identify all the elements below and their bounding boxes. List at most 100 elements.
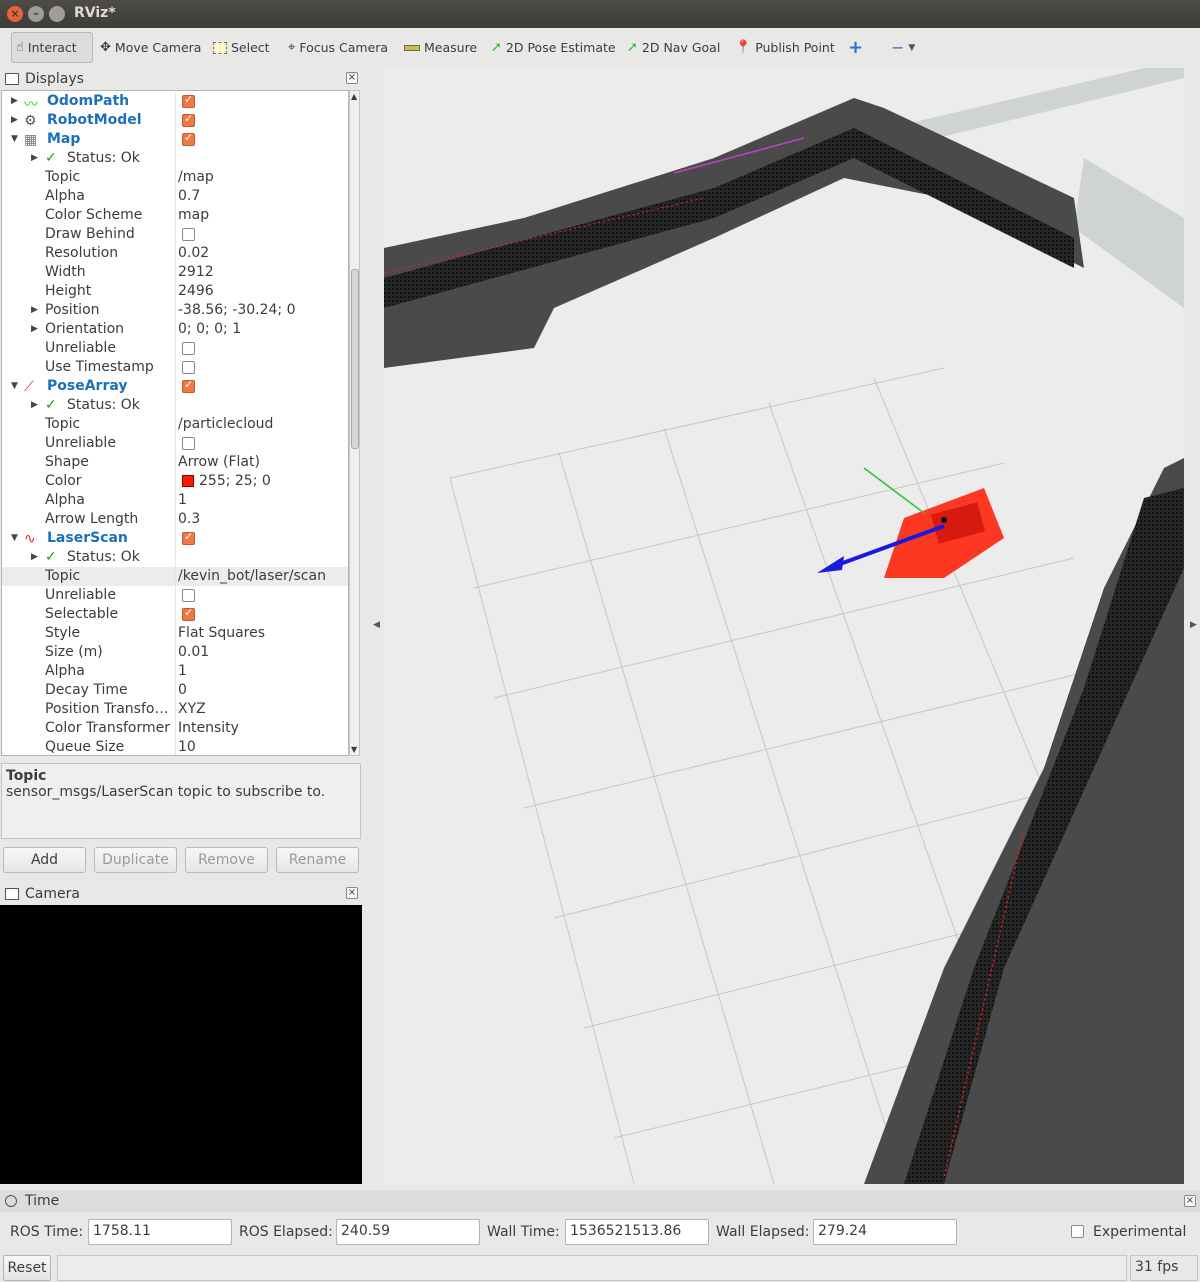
property-row[interactable]: Unreliable [2, 434, 348, 453]
property-checkbox[interactable] [182, 361, 195, 374]
ros-time-field[interactable]: 1758.11 [88, 1219, 232, 1245]
property-checkbox[interactable] [182, 342, 195, 355]
property-value[interactable]: /particlecloud [178, 416, 273, 432]
property-row[interactable]: Color Transformer Intensity [2, 719, 348, 738]
status-row[interactable]: ▶ ✓ Status: Ok [2, 396, 348, 415]
property-row[interactable]: Arrow Length 0.3 [2, 510, 348, 529]
close-time-icon[interactable]: × [1184, 1195, 1196, 1207]
chevron-right-icon[interactable]: ▶ [31, 305, 38, 315]
close-window-button[interactable]: × [7, 6, 23, 22]
property-row[interactable]: Resolution 0.02 [2, 244, 348, 263]
property-value[interactable]: XYZ [178, 701, 206, 717]
property-row[interactable]: Topic/particlecloud [2, 415, 348, 434]
property-row[interactable]: Style Flat Squares [2, 624, 348, 643]
property-row[interactable]: Width 2912 [2, 263, 348, 282]
property-row[interactable]: ▶ Orientation 0; 0; 0; 1 [2, 320, 348, 339]
close-displays-icon[interactable]: × [346, 72, 358, 84]
chevron-right-icon[interactable]: ▶ [31, 153, 38, 163]
property-value[interactable]: /kevin_bot/laser/scan [178, 568, 326, 584]
property-row[interactable]: Draw Behind [2, 225, 348, 244]
property-row[interactable]: Color Scheme map [2, 206, 348, 225]
display-row[interactable]: ▼ ∿ LaserScan [2, 529, 348, 548]
display-enabled-checkbox[interactable] [182, 530, 195, 545]
collapse-left-icon[interactable]: ◀ [373, 620, 380, 630]
status-row[interactable]: ▶ ✓ Status: Ok [2, 149, 348, 168]
property-checkbox[interactable] [182, 437, 195, 450]
focus-camera-tool-button[interactable]: ⌖ Focus Camera [284, 32, 392, 63]
property-row[interactable]: ▶ Position -38.56; -30.24; 0 [2, 301, 348, 320]
interact-tool-button[interactable]: ☝ Interact [11, 32, 93, 63]
wall-elapsed-field[interactable]: 279.24 [813, 1219, 957, 1245]
scroll-up-icon[interactable]: ▲ [351, 92, 357, 101]
property-row[interactable]: Alpha 1 [2, 662, 348, 681]
color-swatch[interactable] [182, 475, 194, 487]
nav-goal-tool-button[interactable]: ➚ 2D Nav Goal [623, 32, 724, 63]
scrollbar-thumb[interactable] [351, 269, 359, 449]
display-row[interactable]: ▶ ⚙ RobotModel [2, 111, 348, 130]
display-enabled-checkbox[interactable] [182, 93, 195, 108]
experimental-checkbox[interactable] [1071, 1225, 1084, 1238]
display-enabled-checkbox[interactable] [182, 378, 195, 393]
property-value[interactable]: 255; 25; 0 [199, 473, 271, 489]
displays-tree[interactable]: ▶ 〰 OdomPath ▶ ⚙ RobotModel ▼ ▦ Map ▶ ✓ Status: Ok T… [1, 90, 349, 756]
pose-estimate-tool-button[interactable]: ➚ 2D Pose Estimate [487, 32, 620, 63]
scroll-down-icon[interactable]: ▼ [351, 745, 357, 754]
property-row[interactable]: Shape Arrow (Flat) [2, 453, 348, 472]
property-row[interactable]: Alpha 1 [2, 491, 348, 510]
property-value[interactable]: -38.56; -30.24; 0 [178, 302, 296, 318]
chevron-down-icon[interactable]: ▼ [11, 533, 18, 543]
property-row[interactable]: Size (m) 0.01 [2, 643, 348, 662]
add-button[interactable]: Add [3, 847, 86, 873]
chevron-down-icon[interactable]: ▼ [11, 134, 18, 144]
chevron-right-icon[interactable]: ▶ [31, 552, 38, 562]
add-tool-button[interactable]: + [844, 32, 867, 63]
property-value[interactable]: 2912 [178, 264, 214, 280]
property-checkbox[interactable] [182, 606, 195, 621]
maximize-window-button[interactable] [49, 6, 65, 22]
camera-view[interactable] [0, 905, 362, 1184]
wall-time-field[interactable]: 1536521513.86 [565, 1219, 709, 1245]
render-3d-view[interactable] [384, 68, 1184, 1184]
property-value[interactable]: Flat Squares [178, 625, 265, 641]
property-row[interactable]: Decay Time 0 [2, 681, 348, 700]
property-value[interactable]: 1 [178, 492, 187, 508]
property-row[interactable]: Selectable [2, 605, 348, 624]
measure-tool-button[interactable]: Measure [400, 32, 481, 63]
property-row[interactable]: Alpha 0.7 [2, 187, 348, 206]
property-row[interactable]: Topic/map [2, 168, 348, 187]
publish-point-tool-button[interactable]: 📍 Publish Point [731, 32, 839, 63]
property-value[interactable]: Arrow (Flat) [178, 454, 260, 470]
remove-tool-button[interactable]: − ▼ [887, 32, 919, 63]
ros-elapsed-field[interactable]: 240.59 [336, 1219, 480, 1245]
property-row[interactable]: Color 255; 25; 0 [2, 472, 348, 491]
property-value[interactable]: 10 [178, 739, 196, 755]
duplicate-button[interactable]: Duplicate [94, 847, 177, 873]
property-value[interactable]: 0 [178, 682, 187, 698]
property-row[interactable]: Unreliable [2, 586, 348, 605]
chevron-right-icon[interactable]: ▶ [31, 324, 38, 334]
reset-button[interactable]: Reset [3, 1255, 51, 1281]
property-value[interactable]: map [178, 207, 209, 223]
property-value[interactable]: Intensity [178, 720, 239, 736]
minimize-window-button[interactable]: – [28, 6, 44, 22]
display-row[interactable]: ▶ 〰 OdomPath [2, 92, 348, 113]
property-value[interactable]: 0.7 [178, 188, 200, 204]
property-row[interactable]: Unreliable [2, 339, 348, 358]
chevron-down-icon[interactable]: ▼ [11, 381, 18, 391]
property-value[interactable]: 2496 [178, 283, 214, 299]
property-value[interactable]: /map [178, 169, 214, 185]
select-tool-button[interactable]: Select [209, 32, 274, 63]
display-enabled-checkbox[interactable] [182, 131, 195, 146]
displays-scrollbar[interactable]: ▲ ▼ [349, 90, 360, 756]
property-value[interactable]: 0; 0; 0; 1 [178, 321, 241, 337]
remove-button[interactable]: Remove [185, 847, 268, 873]
property-value[interactable]: 1 [178, 663, 187, 679]
property-checkbox[interactable] [182, 228, 195, 241]
display-enabled-checkbox[interactable] [182, 112, 195, 127]
collapse-right-icon[interactable]: ▶ [1190, 620, 1197, 630]
status-row[interactable]: ▶ ✓ Status: Ok [2, 548, 348, 567]
property-row[interactable]: Use Timestamp [2, 358, 348, 377]
property-value[interactable]: 0.01 [178, 644, 209, 660]
property-checkbox[interactable] [182, 589, 195, 602]
display-row[interactable]: ▼ ⟋ PoseArray [2, 377, 348, 396]
